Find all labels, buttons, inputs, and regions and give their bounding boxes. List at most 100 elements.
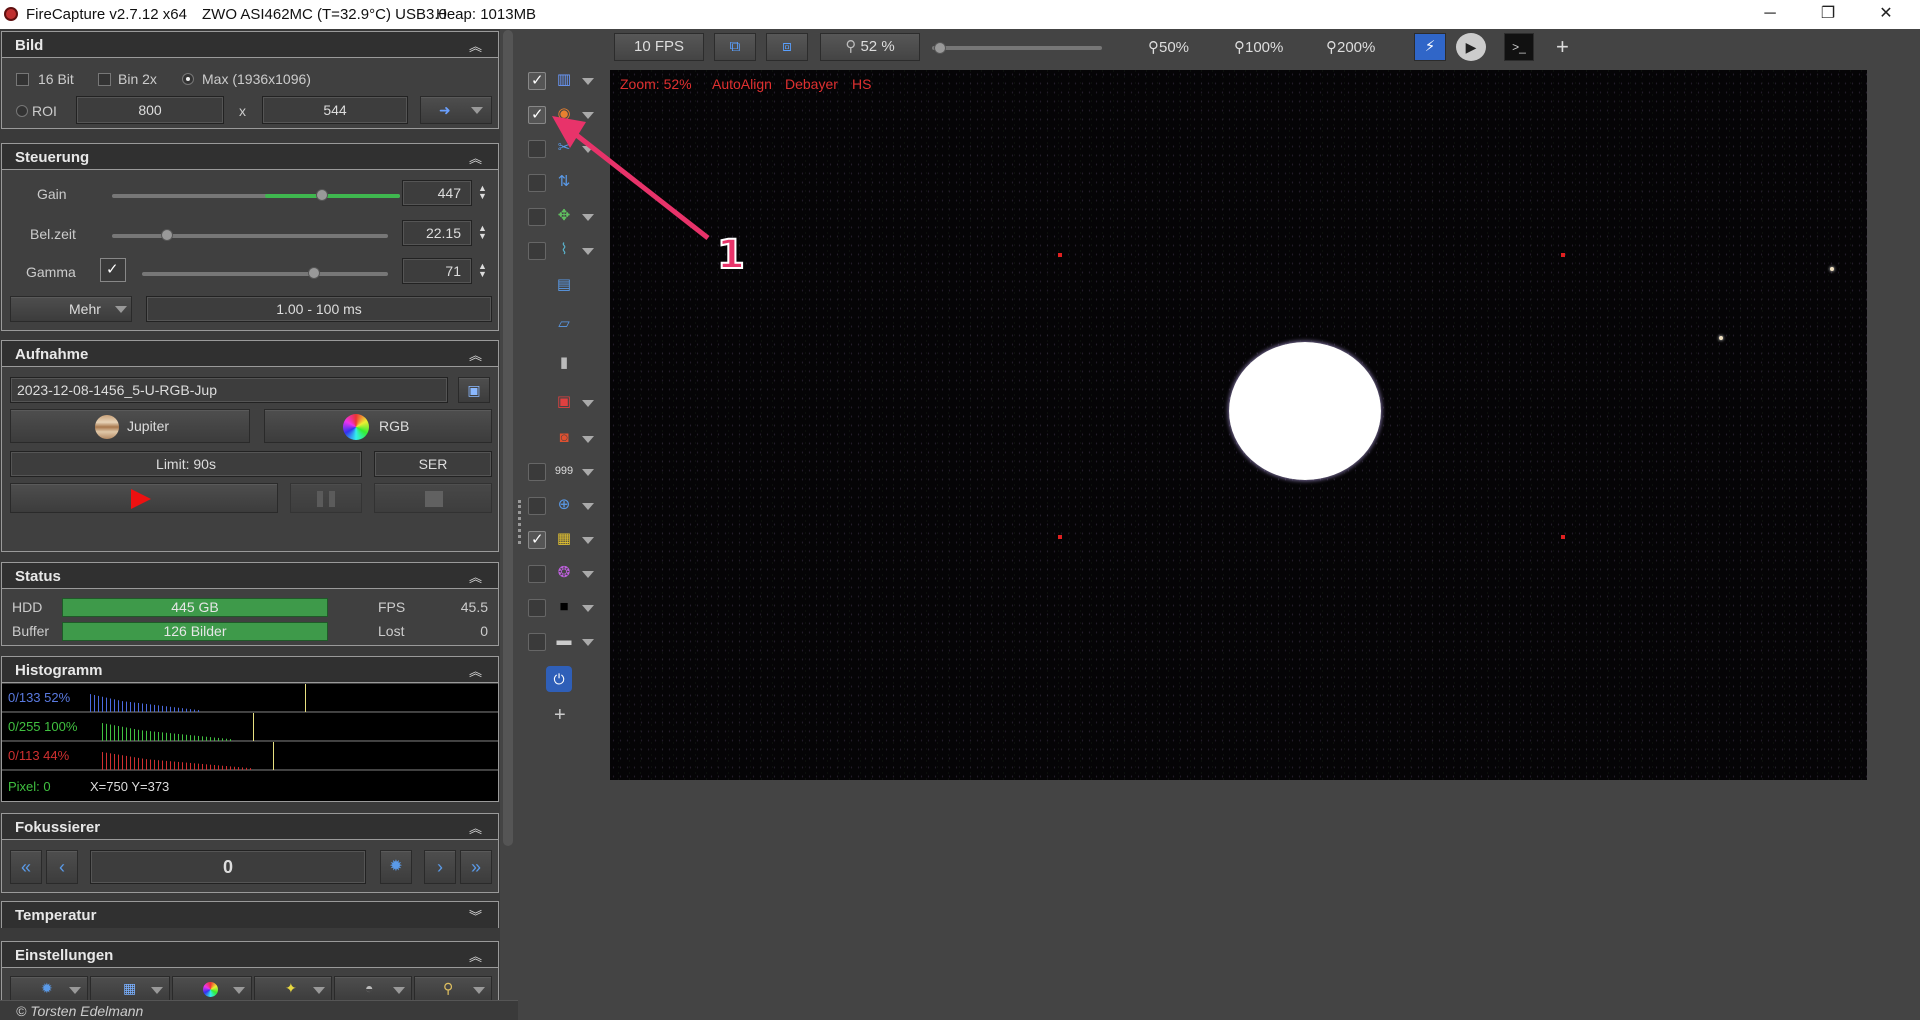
chevron-down-icon[interactable] [582,639,594,646]
panel-aufnahme-header[interactable]: Aufnahme ︽ [2,341,498,367]
gamma-checkbox[interactable]: ✓ [100,258,126,282]
filter-rgb-button[interactable]: RGB [264,409,492,443]
zoom-slider-track[interactable] [932,46,1102,50]
bin2x-checkbox[interactable] [98,73,111,86]
focus-settings-gear-icon[interactable]: ✹ [380,850,412,884]
flatframe-icon[interactable]: ▬ [554,632,574,650]
panel-histogramm-header[interactable]: Histogramm ︽ [2,657,498,683]
add-toolbar-button[interactable]: + [1556,34,1569,60]
console-icon[interactable]: >_ [1504,33,1534,61]
roi-apply-button[interactable]: ➜ [420,96,492,124]
stop-button[interactable] [374,483,492,513]
settings-table-dropdown[interactable]: ▦ [90,976,170,1002]
zoom-slider-handle[interactable] [934,42,946,54]
collapse-chevron-icon[interactable]: ︽ [469,818,482,837]
panel-fokussierer-header[interactable]: Fokussierer ︽ [2,814,498,840]
minimize-button[interactable]: ─ [1741,0,1799,29]
bit16-checkbox[interactable] [16,73,29,86]
chevron-down-icon[interactable] [582,605,594,612]
settings-telescope-dropdown[interactable]: ⚲ [414,976,492,1002]
focus-forward-icon[interactable]: › [424,850,456,884]
collapse-chevron-icon[interactable]: ︽ [469,148,482,167]
reticle-tool-checkbox[interactable] [528,497,546,515]
restore-button[interactable]: ❐ [1799,0,1857,29]
timer-play-icon[interactable]: ▶ [1456,33,1486,61]
reticle-icon[interactable]: ⊕ [554,496,574,514]
mehr-dropdown[interactable]: Mehr [10,296,132,322]
filename-input[interactable]: 2023-12-08-1456_5-U-RGB-Jup [10,377,448,403]
panel-einstellungen-header[interactable]: Einstellungen ︽ [2,942,498,968]
exposure-range-select[interactable]: 1.00 - 100 ms [146,296,492,322]
focus-position-input[interactable]: 0 [90,850,366,884]
zoom-display-button[interactable]: ⚲ 52 % [820,33,920,61]
fps-limit-button[interactable]: 10 FPS [614,33,704,61]
record-frame-icon[interactable]: ◙ [554,429,574,447]
flatframe-checkbox[interactable] [528,633,546,651]
rgb-balance-checkbox[interactable] [528,565,546,583]
focus-back-icon[interactable]: ‹ [46,850,78,884]
chevron-down-icon[interactable] [582,571,594,578]
settings-gear-dropdown[interactable]: ✹ [10,976,88,1002]
collapse-chevron-icon[interactable]: ︽ [469,36,482,55]
collapse-chevron-icon[interactable]: ︽ [469,661,482,680]
gamma-slider-handle[interactable] [308,267,321,279]
panel-steuerung-header[interactable]: Steuerung ︽ [2,144,498,170]
gain-spinner[interactable]: ▲ ▼ [478,184,487,201]
zoom-100-button[interactable]: ⚲100% [1234,38,1283,56]
histogram-tool-checkbox[interactable] [528,71,546,90]
histogram-icon[interactable]: ▥ [554,71,574,89]
runner-icon[interactable]: ⚡ [1414,33,1446,61]
collapse-chevron-icon[interactable]: ︽ [469,946,482,965]
collapse-chevron-icon[interactable]: ︽ [469,567,482,586]
add-tool-button[interactable]: + [554,704,566,727]
chevron-down-icon[interactable] [582,503,594,510]
roi-frame-icon[interactable]: ▣ [554,393,574,411]
gamma-spinner[interactable]: ▲ ▼ [478,262,487,279]
counter-999-icon[interactable]: 999 [554,462,574,480]
expand-chevron-icon[interactable]: ︾ [469,906,482,925]
panel-temperatur-header[interactable]: Temperatur ︾ [2,902,498,928]
exposure-value-input[interactable]: 22.15 [402,220,472,246]
fullscreen-icon[interactable]: ⧈ [766,33,808,61]
darkframe-icon[interactable]: ■ [554,598,574,616]
max-radio[interactable] [182,73,194,85]
exposure-slider-handle[interactable] [161,229,174,241]
image-viewer[interactable]: Zoom: 52% AutoAlign Debayer HS [610,70,1867,780]
gain-slider-handle[interactable] [316,189,329,201]
camera-snapshot-icon[interactable]: ▣ [458,377,490,403]
chevron-down-icon[interactable] [582,436,594,443]
folder-icon[interactable]: ▱ [554,315,574,333]
left-panel-scrollbar[interactable] [503,30,513,846]
focus-fast-back-icon[interactable]: « [10,850,42,884]
chevron-down-icon[interactable] [582,400,594,407]
trash-icon[interactable]: ▮ [554,354,574,372]
fit-window-icon[interactable]: ⧉ [714,33,756,61]
gamma-value-input[interactable]: 71 [402,258,472,284]
zoom-50-button[interactable]: ⚲50% [1148,38,1189,56]
pause-button[interactable] [290,483,362,513]
target-jupiter-button[interactable]: Jupiter [10,409,250,443]
collapse-chevron-icon[interactable]: ︽ [469,345,482,364]
histogram-green-marker[interactable] [253,713,254,741]
chevron-down-icon[interactable] [582,469,594,476]
settings-color-dropdown[interactable] [172,976,252,1002]
exposure-slider-track[interactable] [112,234,388,238]
power-icon[interactable]: ⏻ [546,666,572,692]
histogram-red-marker[interactable] [273,742,274,770]
panel-bild-header[interactable]: Bild ︽ [2,32,498,58]
color-grid-checkbox[interactable] [528,530,546,549]
darkframe-checkbox[interactable] [528,599,546,617]
zoom-200-button[interactable]: ⚲200% [1326,38,1375,56]
chevron-down-icon[interactable] [582,537,594,544]
exposure-spinner[interactable]: ▲ ▼ [478,224,487,241]
rgb-circles-icon[interactable]: ❂ [554,564,574,582]
roi-width-input[interactable]: 800 [76,96,224,124]
gamma-slider-track[interactable] [142,272,388,276]
focus-fast-forward-icon[interactable]: » [460,850,492,884]
counter-tool-checkbox[interactable] [528,463,546,481]
roi-height-input[interactable]: 544 [262,96,408,124]
color-grid-icon[interactable]: ▦ [554,530,574,548]
panel-status-header[interactable]: Status ︽ [2,563,498,589]
histogram-blue-marker[interactable] [305,684,306,712]
settings-mount-dropdown[interactable]: ◓ [334,976,412,1002]
